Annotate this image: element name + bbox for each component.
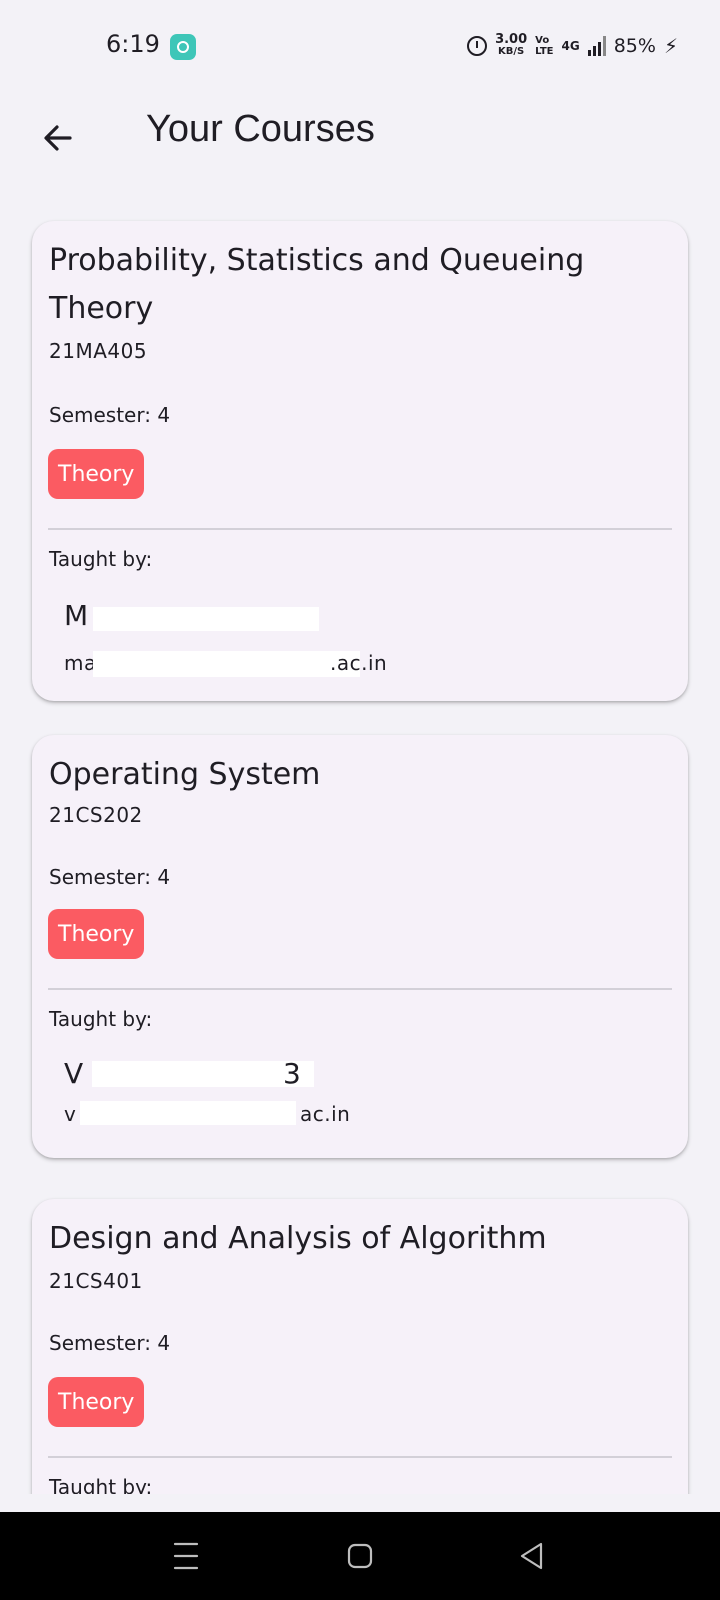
home-icon <box>347 1543 373 1569</box>
network-speed: 3.00 KB/S <box>495 32 528 58</box>
battery-percent: 85% <box>613 35 656 57</box>
network-speed-unit: KB/S <box>497 46 525 57</box>
instructor-email-prefix: v <box>64 1102 77 1126</box>
course-title: Probability, Statistics and Queueing The… <box>49 243 585 326</box>
back-button[interactable] <box>30 110 86 166</box>
instructor-email-suffix: ac.in <box>300 1102 351 1126</box>
recents-button[interactable] <box>158 1532 214 1580</box>
app-bar: Your Courses <box>0 92 720 212</box>
app-notification-icon <box>170 34 196 60</box>
course-card[interactable]: Probability, Statistics and Queueing The… <box>32 221 688 701</box>
instructor-name: M <box>64 599 89 632</box>
signal-icon <box>587 36 606 56</box>
course-type-chip: Theory <box>48 909 145 959</box>
back-nav-button[interactable] <box>504 1532 560 1580</box>
redacted-name <box>93 607 319 631</box>
charging-bolt-icon: ⚡ <box>663 34 678 58</box>
instructor-name-tail: 3 <box>283 1057 301 1090</box>
course-title: Design and Analysis of Algorithm <box>49 1221 547 1256</box>
divider <box>48 988 672 990</box>
course-type-chip: Theory <box>48 449 145 499</box>
redacted-email <box>93 651 360 677</box>
instructor-email-suffix: .ac.in <box>330 651 388 675</box>
network-speed-value: 3.00 <box>495 32 528 47</box>
instructor-email-prefix: ma <box>64 651 97 675</box>
course-title: Operating System <box>49 757 321 792</box>
course-card[interactable]: Operating System 21CS202 Semester: 4 The… <box>32 735 688 1158</box>
course-card[interactable]: Design and Analysis of Algorithm 21CS401… <box>32 1199 688 1494</box>
page-title: Your Courses <box>146 108 375 150</box>
course-list[interactable]: Probability, Statistics and Queueing The… <box>0 212 720 1494</box>
instructor-name: V <box>64 1057 84 1090</box>
status-time: 6:19 <box>106 30 160 58</box>
course-type-chip: Theory <box>48 1377 145 1427</box>
taught-by-label: Taught by: <box>49 547 153 571</box>
course-code: 21CS202 <box>49 803 143 827</box>
status-bar: 6:19 3.00 KB/S Vo LTE 4G 85% ⚡ <box>0 0 720 92</box>
redacted-name <box>92 1061 314 1087</box>
course-code: 21MA405 <box>49 339 148 363</box>
redacted-email <box>80 1101 296 1125</box>
volte-indicator: Vo LTE <box>535 35 553 57</box>
status-indicators: 3.00 KB/S Vo LTE 4G 85% ⚡ <box>467 32 678 58</box>
system-navigation-bar <box>0 1512 720 1600</box>
recents-icon <box>173 1542 199 1570</box>
arrow-left-icon <box>44 125 72 151</box>
home-button[interactable] <box>332 1532 388 1580</box>
alarm-icon <box>467 36 488 56</box>
back-triangle-icon <box>520 1542 543 1570</box>
taught-by-label: Taught by: <box>49 1475 153 1494</box>
divider <box>48 528 672 530</box>
divider <box>48 1456 672 1458</box>
taught-by-label: Taught by: <box>49 1007 153 1031</box>
network-type: 4G <box>561 39 580 53</box>
course-semester: Semester: 4 <box>49 403 171 427</box>
volte-top: Vo <box>535 35 550 46</box>
course-code: 21CS401 <box>49 1269 143 1293</box>
volte-bottom: LTE <box>535 46 554 57</box>
course-semester: Semester: 4 <box>49 1331 171 1355</box>
course-semester: Semester: 4 <box>49 865 171 889</box>
